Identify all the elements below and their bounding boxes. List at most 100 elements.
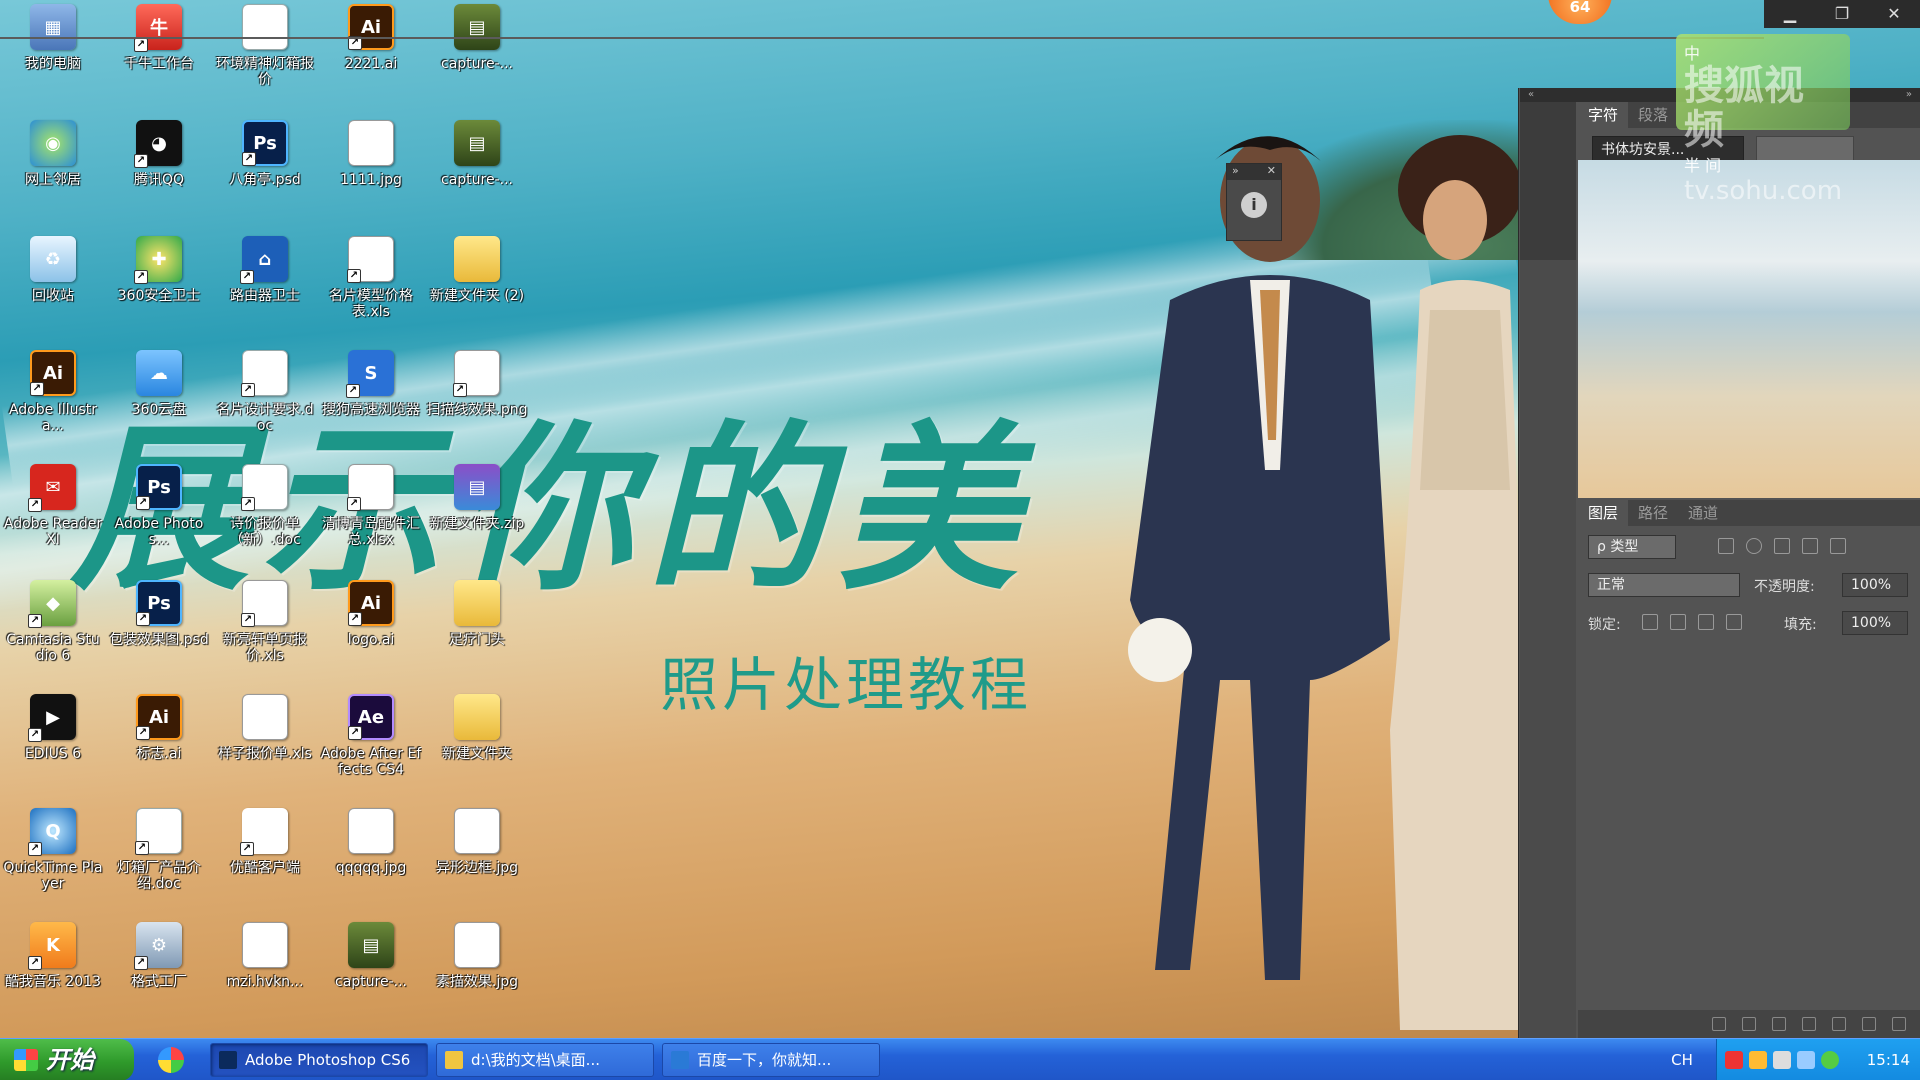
taskbar-item[interactable]: 百度一下，你就知... bbox=[662, 1043, 880, 1077]
fill-label: 填充: bbox=[1784, 617, 1817, 633]
float-panel-titlebar[interactable]: » ✕ bbox=[1227, 164, 1281, 180]
minimize-button[interactable]: ▁ bbox=[1772, 3, 1808, 25]
trash-icon[interactable] bbox=[1892, 1017, 1906, 1031]
flag-tray-icon[interactable] bbox=[1725, 1051, 1743, 1069]
desktop-icon[interactable]: X ↗ 名片模型价格表.xls bbox=[320, 236, 422, 320]
desktop-icon[interactable]: W ↗ 名片设计要求.doc bbox=[214, 350, 316, 434]
desktop-icon[interactable]: Ai ↗ 标志.ai bbox=[108, 694, 210, 762]
desktop-icon-label: Adobe Reader XI bbox=[3, 516, 103, 548]
shortcut-arrow-icon: ↗ bbox=[241, 383, 255, 397]
fx-icon[interactable] bbox=[1742, 1017, 1756, 1031]
close-button[interactable]: ✕ bbox=[1876, 3, 1912, 25]
taskbar-item[interactable]: Adobe Photoshop CS6 bbox=[210, 1043, 428, 1077]
desktop-icon[interactable]: ✚ ↗ 360安全卫士 bbox=[108, 236, 210, 304]
desktop-icon[interactable]: 足疗门头 bbox=[426, 580, 528, 648]
volume-tray-icon[interactable] bbox=[1797, 1051, 1815, 1069]
desktop-icon-label: capture-... bbox=[441, 172, 513, 188]
quick-launch-icon[interactable] bbox=[158, 1047, 184, 1073]
lock-move-icon[interactable] bbox=[1698, 614, 1714, 630]
restore-button[interactable]: ❐ bbox=[1824, 3, 1860, 25]
filter-shape-icon[interactable] bbox=[1802, 538, 1818, 554]
layers-panel-tabs: 图层 路径 通道 bbox=[1578, 500, 1920, 526]
file-icon: ▣ bbox=[454, 808, 500, 854]
desktop-icon[interactable]: Ps ↗ Adobe Photos... bbox=[108, 464, 210, 548]
tab-channels[interactable]: 通道 bbox=[1678, 500, 1728, 526]
desktop-icon[interactable]: ▶ ↗ EDIUS 6 bbox=[2, 694, 104, 762]
filter-adjust-icon[interactable] bbox=[1746, 538, 1762, 554]
desktop-icon[interactable]: X ↗ 清博青岛配件汇总.xlsx bbox=[320, 464, 422, 548]
desktop-icon[interactable]: ▣ 素描效果.jpg bbox=[426, 922, 528, 990]
desktop-icon[interactable]: 新建文件夹 bbox=[426, 694, 528, 762]
desktop-icon[interactable]: Ps ↗ 八角亭.psd bbox=[214, 120, 316, 188]
language-indicator[interactable]: CH bbox=[1662, 1039, 1702, 1080]
desktop-icon-label: 腾讯QQ bbox=[133, 172, 185, 188]
desktop-icon[interactable]: S ↗ 搜狗高速浏览器 bbox=[320, 350, 422, 418]
opacity-input[interactable]: 100% bbox=[1842, 573, 1908, 597]
desktop-icon[interactable]: ⚙ ↗ 格式工厂 bbox=[108, 922, 210, 990]
tab-paragraph[interactable]: 段落 bbox=[1628, 102, 1678, 128]
group-folder-icon[interactable] bbox=[1832, 1017, 1846, 1031]
desktop-icon[interactable]: ⌂ ↗ 路由器卫士 bbox=[214, 236, 316, 304]
filter-pixel-icon[interactable] bbox=[1718, 538, 1734, 554]
taskbar-item[interactable]: d:\我的文档\桌面... bbox=[436, 1043, 654, 1077]
desktop-icon[interactable]: K ↗ 酷我音乐 2013 bbox=[2, 922, 104, 990]
desktop-icon[interactable]: X ↗ 新亮轩单页报价.xls bbox=[214, 580, 316, 664]
lock-all-icon[interactable] bbox=[1726, 614, 1742, 630]
mask-icon[interactable] bbox=[1772, 1017, 1786, 1031]
qq-tray-icon[interactable] bbox=[1749, 1051, 1767, 1069]
desktop-icon-label: Adobe Illustra... bbox=[8, 402, 98, 434]
info-icon[interactable]: i bbox=[1241, 192, 1267, 218]
desktop-icon[interactable]: ☁ 360云盘 bbox=[108, 350, 210, 418]
desktop-icon[interactable]: Ai ↗ Adobe Illustra... bbox=[2, 350, 104, 434]
desktop-icon[interactable]: ♻ 回收站 bbox=[2, 236, 104, 304]
desktop-icon[interactable]: W ↗ 灯箱厂产品介绍.doc bbox=[108, 808, 210, 892]
collapse-right-icon[interactable]: » bbox=[1906, 88, 1912, 102]
layer-kind-filter[interactable]: ρ 类型 bbox=[1588, 535, 1676, 559]
adjustment-icon[interactable] bbox=[1802, 1017, 1816, 1031]
desktop-icon[interactable]: ▤ 新建文件夹.zip bbox=[426, 464, 528, 532]
link-layers-icon[interactable] bbox=[1712, 1017, 1726, 1031]
security-tray-icon[interactable] bbox=[1821, 1051, 1839, 1069]
desktop-icon[interactable]: ◉ 网上邻居 bbox=[2, 120, 104, 188]
fill-input[interactable]: 100% bbox=[1842, 611, 1908, 635]
desktop-icon[interactable]: W ↗ 诗价报价单（新）.doc bbox=[214, 464, 316, 548]
desktop-icon[interactable]: W 环境精神灯箱报价 bbox=[214, 4, 316, 88]
new-layer-icon[interactable] bbox=[1862, 1017, 1876, 1031]
tab-paths[interactable]: 路径 bbox=[1628, 500, 1678, 526]
shortcut-arrow-icon: ↗ bbox=[241, 613, 255, 627]
filter-smart-icon[interactable] bbox=[1830, 538, 1846, 554]
desktop-icon[interactable]: Ae ↗ Adobe After Effects CS4 bbox=[320, 694, 422, 778]
desktop-icon[interactable]: ▣ mzi.hvkn... bbox=[214, 922, 316, 990]
desktop-icon[interactable]: 新建文件夹 (2) bbox=[426, 236, 528, 304]
desktop-icon[interactable]: ▤ capture-... bbox=[320, 922, 422, 990]
filter-type-icon[interactable] bbox=[1774, 538, 1790, 554]
desktop-icon[interactable]: ◕ ↗ 腾讯QQ bbox=[108, 120, 210, 188]
desktop-icon[interactable]: ▶ ↗ 优酷客户端 bbox=[214, 808, 316, 876]
clock[interactable]: 15:14 bbox=[1867, 1039, 1910, 1080]
desktop-icon[interactable]: X 样子报价单.xls bbox=[214, 694, 316, 762]
blend-mode-select[interactable]: 正常 bbox=[1588, 573, 1740, 597]
desktop-icon[interactable]: Ps ↗ 包装效果图.psd bbox=[108, 580, 210, 648]
tab-character[interactable]: 字符 bbox=[1578, 102, 1629, 128]
desktop-icon[interactable]: ▤ capture-... bbox=[426, 120, 528, 188]
desktop-icon-label: 扫描线效果.png bbox=[426, 402, 528, 418]
file-icon: Ai ↗ bbox=[136, 694, 182, 740]
desktop-icon[interactable]: Ai ↗ logo.ai bbox=[320, 580, 422, 648]
desktop-icon[interactable]: ▣ qqqqq.jpg bbox=[320, 808, 422, 876]
desktop-icon[interactable]: ✉ ↗ Adobe Reader XI bbox=[2, 464, 104, 548]
start-button[interactable]: 开始 bbox=[0, 1039, 134, 1080]
network-tray-icon[interactable] bbox=[1773, 1051, 1791, 1069]
lock-transparent-icon[interactable] bbox=[1642, 614, 1658, 630]
collapse-icon[interactable]: » bbox=[1232, 164, 1239, 180]
desktop-icon[interactable]: ▣ 1111.jpg bbox=[320, 120, 422, 188]
desktop-icon[interactable]: ▣ 异形边框.jpg bbox=[426, 808, 528, 876]
desktop-icon[interactable]: Q ↗ QuickTime Player bbox=[2, 808, 104, 892]
close-icon[interactable]: ✕ bbox=[1267, 164, 1276, 180]
collapse-left-icon[interactable]: « bbox=[1528, 88, 1534, 102]
desktop-icon-label: capture-... bbox=[335, 974, 407, 990]
file-icon: W ↗ bbox=[135, 808, 182, 855]
desktop-icon[interactable]: ▣ ↗ 扫描线效果.png bbox=[426, 350, 528, 418]
tab-layers[interactable]: 图层 bbox=[1578, 500, 1629, 526]
lock-paint-icon[interactable] bbox=[1670, 614, 1686, 630]
desktop-icon[interactable]: ◆ ↗ Camtasia Studio 6 bbox=[2, 580, 104, 664]
